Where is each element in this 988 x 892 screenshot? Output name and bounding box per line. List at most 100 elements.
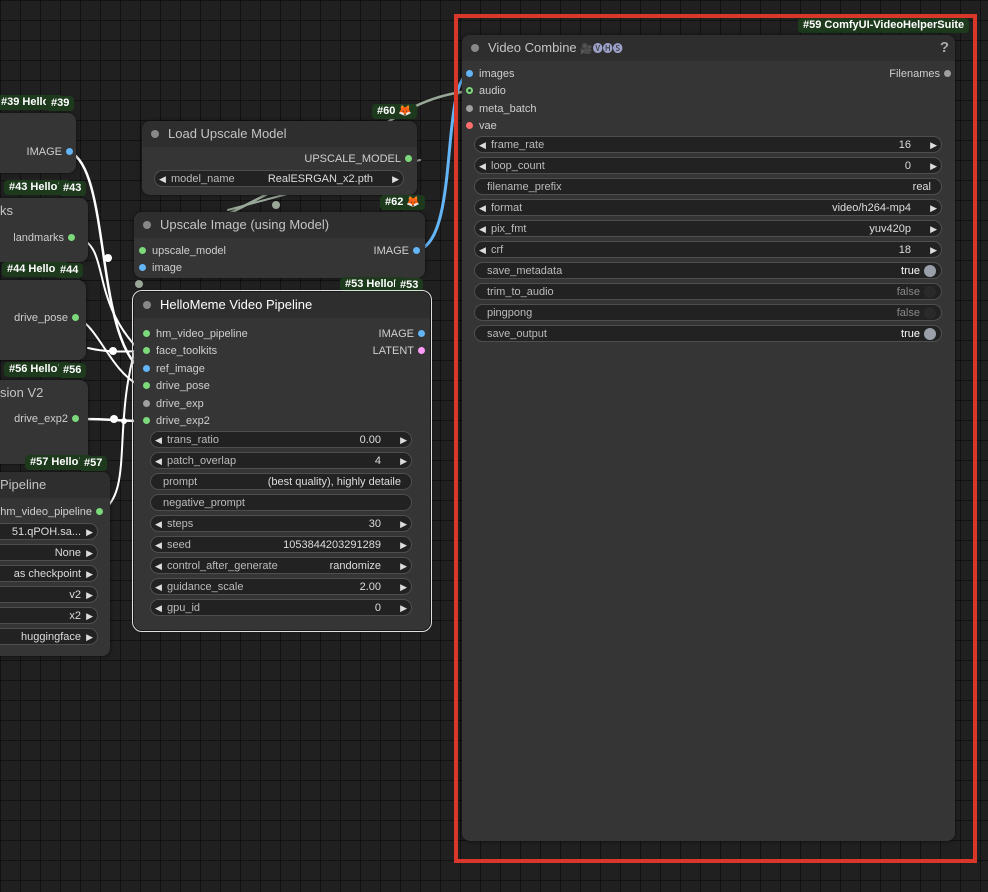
- widget-crf[interactable]: ◀ crf 18 ▶: [474, 241, 942, 258]
- node-57[interactable]: Pipeline hm_video_pipeline 51.qPOH.sa...…: [0, 472, 110, 656]
- arrow-right-icon[interactable]: ▶: [930, 200, 937, 217]
- help-icon[interactable]: ?: [940, 39, 949, 56]
- arrow-left-icon[interactable]: ◀: [155, 453, 162, 470]
- node-upscale-image[interactable]: Upscale Image (using Model) upscale_mode…: [134, 212, 425, 278]
- pin-landmarks-icon[interactable]: [68, 234, 75, 241]
- pin-latent-icon[interactable]: [418, 347, 425, 354]
- pin-drive-exp-icon[interactable]: [143, 400, 150, 407]
- output-latent[interactable]: LATENT: [373, 343, 428, 359]
- widget-format[interactable]: ◀ format video/h264-mp4 ▶: [474, 199, 942, 216]
- widget-seed[interactable]: ◀ seed 1053844203291289 ▶: [150, 536, 412, 553]
- node-57-widget-2[interactable]: None ▶: [0, 544, 98, 561]
- arrow-right-icon[interactable]: ▶: [400, 537, 407, 554]
- arrow-right-icon[interactable]: ▶: [400, 600, 407, 617]
- widget-loop-count[interactable]: ◀ loop_count 0 ▶: [474, 157, 942, 174]
- node-57-widget-4[interactable]: v2 ▶: [0, 586, 98, 603]
- pin-pipeline-icon[interactable]: [143, 330, 150, 337]
- arrow-left-icon[interactable]: ◀: [155, 579, 162, 596]
- input-drive-pose[interactable]: drive_pose: [140, 378, 210, 394]
- node-status-dot-icon[interactable]: [151, 130, 159, 138]
- node-39-output-image[interactable]: IMAGE: [27, 144, 76, 160]
- widget-steps[interactable]: ◀ steps 30 ▶: [150, 515, 412, 532]
- pin-drive-pose-icon[interactable]: [72, 314, 79, 321]
- input-audio[interactable]: audio: [463, 83, 506, 99]
- pin-vae-icon[interactable]: [466, 122, 473, 129]
- widget-negative-prompt[interactable]: negative_prompt: [150, 494, 412, 511]
- widget-frame-rate[interactable]: ◀ frame_rate 16 ▶: [474, 136, 942, 153]
- arrow-left-icon[interactable]: ◀: [155, 558, 162, 575]
- node-status-dot-icon[interactable]: [471, 44, 479, 52]
- input-meta-batch[interactable]: meta_batch: [463, 101, 536, 117]
- pin-upscale-model-icon[interactable]: [139, 247, 146, 254]
- input-drive-exp2[interactable]: drive_exp2: [140, 413, 210, 429]
- pin-filenames-icon[interactable]: [944, 70, 951, 77]
- node-43-output-landmarks[interactable]: landmarks: [13, 230, 78, 246]
- arrow-right-icon[interactable]: ▶: [86, 524, 93, 541]
- arrow-left-icon[interactable]: ◀: [155, 537, 162, 554]
- node-load-upscale-model[interactable]: Load Upscale Model UPSCALE_MODEL ◀ model…: [142, 121, 417, 195]
- toggle-on-icon[interactable]: [924, 265, 936, 277]
- arrow-right-icon[interactable]: ▶: [400, 453, 407, 470]
- widget-trim-to-audio[interactable]: trim_to_audio false: [474, 283, 942, 300]
- node-57-output-pipeline[interactable]: hm_video_pipeline: [0, 504, 106, 520]
- arrow-left-icon[interactable]: ◀: [159, 171, 166, 188]
- node-44[interactable]: drive_pose: [0, 280, 86, 360]
- arrow-left-icon[interactable]: ◀: [155, 432, 162, 449]
- arrow-right-icon[interactable]: ▶: [400, 516, 407, 533]
- node-status-dot-icon[interactable]: [143, 301, 151, 309]
- widget-model-name[interactable]: ◀ model_name RealESRGAN_x2.pth ▶: [154, 170, 404, 187]
- arrow-right-icon[interactable]: ▶: [400, 558, 407, 575]
- arrow-left-icon[interactable]: ◀: [155, 600, 162, 617]
- arrow-left-icon[interactable]: ◀: [479, 200, 486, 217]
- arrow-right-icon[interactable]: ▶: [86, 566, 93, 583]
- arrow-right-icon[interactable]: ▶: [930, 158, 937, 175]
- output-filenames[interactable]: Filenames: [889, 66, 954, 82]
- widget-gpu-id[interactable]: ◀ gpu_id 0 ▶: [150, 599, 412, 616]
- arrow-left-icon[interactable]: ◀: [479, 158, 486, 175]
- node-status-dot-icon[interactable]: [143, 221, 151, 229]
- input-images[interactable]: images: [463, 66, 514, 82]
- node-39[interactable]: IMAGE: [0, 113, 76, 173]
- output-upscale-model[interactable]: UPSCALE_MODEL: [304, 151, 415, 167]
- arrow-left-icon[interactable]: ◀: [479, 137, 486, 154]
- arrow-left-icon[interactable]: ◀: [155, 516, 162, 533]
- input-ref-image[interactable]: ref_image: [140, 361, 205, 377]
- input-drive-exp[interactable]: drive_exp: [140, 396, 204, 412]
- pin-image-icon[interactable]: [418, 330, 425, 337]
- arrow-right-icon[interactable]: ▶: [86, 608, 93, 625]
- widget-save-output[interactable]: save_output true: [474, 325, 942, 342]
- arrow-right-icon[interactable]: ▶: [930, 137, 937, 154]
- pin-face-toolkits-icon[interactable]: [143, 347, 150, 354]
- arrow-right-icon[interactable]: ▶: [400, 432, 407, 449]
- input-vae[interactable]: vae: [463, 118, 497, 134]
- node-59-video-combine[interactable]: Video Combine 🎥🅥🅗🅢 ? images audio meta_b…: [462, 35, 955, 841]
- arrow-right-icon[interactable]: ▶: [930, 242, 937, 259]
- widget-pingpong[interactable]: pingpong false: [474, 304, 942, 321]
- node-43[interactable]: ks landmarks: [0, 198, 88, 262]
- widget-prompt[interactable]: prompt (best quality), highly detaile: [150, 473, 412, 490]
- input-face-toolkits[interactable]: face_toolkits: [140, 343, 217, 359]
- node-57-widget-6[interactable]: huggingface ▶: [0, 628, 98, 645]
- pin-drive-pose-icon[interactable]: [143, 382, 150, 389]
- widget-control-after-generate[interactable]: ◀ control_after_generate randomize ▶: [150, 557, 412, 574]
- pin-image-icon[interactable]: [143, 365, 150, 372]
- widget-pix-fmt[interactable]: ◀ pix_fmt yuv420p ▶: [474, 220, 942, 237]
- widget-trans-ratio[interactable]: ◀ trans_ratio 0.00 ▶: [150, 431, 412, 448]
- pin-drive-exp2-icon[interactable]: [143, 417, 150, 424]
- pin-drive-exp2-icon[interactable]: [72, 415, 79, 422]
- pin-pipeline-icon[interactable]: [96, 508, 103, 515]
- pin-image-icon[interactable]: [66, 148, 73, 155]
- widget-patch-overlap[interactable]: ◀ patch_overlap 4 ▶: [150, 452, 412, 469]
- pin-image-icon[interactable]: [466, 70, 473, 77]
- widget-guidance-scale[interactable]: ◀ guidance_scale 2.00 ▶: [150, 578, 412, 595]
- node-57-widget-1[interactable]: 51.qPOH.sa... ▶: [0, 523, 98, 540]
- pin-meta-batch-icon[interactable]: [466, 105, 473, 112]
- output-image[interactable]: IMAGE: [379, 326, 428, 342]
- node-57-widget-5[interactable]: x2 ▶: [0, 607, 98, 624]
- arrow-right-icon[interactable]: ▶: [400, 579, 407, 596]
- toggle-on-icon[interactable]: [924, 328, 936, 340]
- input-upscale-model[interactable]: upscale_model: [136, 243, 226, 259]
- arrow-right-icon[interactable]: ▶: [930, 221, 937, 238]
- arrow-right-icon[interactable]: ▶: [86, 587, 93, 604]
- arrow-left-icon[interactable]: ◀: [479, 221, 486, 238]
